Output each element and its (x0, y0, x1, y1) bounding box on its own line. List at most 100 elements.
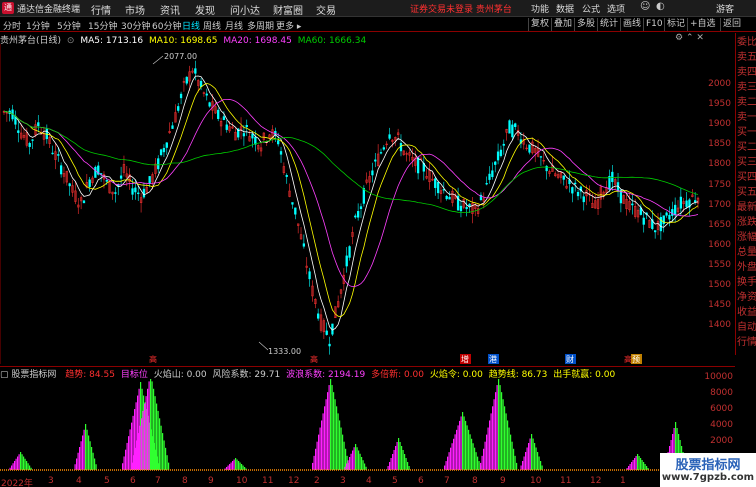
candle-body (68, 183, 71, 187)
indicator-bar (359, 453, 361, 470)
indicator-chart[interactable] (0, 379, 705, 475)
side-panel-item[interactable]: 卖五 (737, 51, 756, 65)
indicator-bar (637, 454, 639, 470)
period-weekly[interactable]: 周线 (203, 19, 221, 32)
menu-data[interactable]: 数据 (556, 2, 574, 15)
period-60min[interactable]: 60分钟 (152, 19, 181, 32)
period-1min[interactable]: 1分钟 (26, 19, 50, 32)
side-panel-item[interactable]: 收益 (737, 306, 756, 320)
settings-icon[interactable]: ⚙ (675, 33, 683, 43)
candle-body (388, 134, 391, 139)
side-panel-item[interactable]: 卖四 (737, 66, 756, 80)
indicator-bar (126, 442, 128, 470)
side-panel-item[interactable]: 最新 (737, 201, 756, 215)
indicator-bar (389, 462, 391, 470)
candlestick-chart[interactable]: 2077.00 1333.00 高 高 增 港 财 高 预 (0, 44, 733, 364)
adjust-button[interactable]: 复权 (528, 18, 551, 31)
side-panel-item[interactable]: 涨幅 (737, 231, 756, 245)
side-panel-item[interactable]: 卖一 (737, 111, 756, 125)
candle-body (17, 130, 20, 133)
candle-body (371, 170, 374, 176)
menu-wealth[interactable]: 财富圈 (273, 2, 303, 17)
menu-formula[interactable]: 公式 (582, 2, 600, 15)
period-5min[interactable]: 5分钟 (57, 19, 81, 32)
indicator-bar (356, 447, 358, 470)
indicator-bar (145, 396, 147, 470)
period-multi[interactable]: 多周期 (247, 19, 274, 32)
indicator-bar (154, 396, 156, 470)
period-30min[interactable]: 30分钟 (121, 19, 150, 32)
candle-body (416, 157, 420, 174)
candle-body (325, 330, 328, 335)
indicator-bar (148, 381, 150, 470)
menu-discover[interactable]: 发现 (195, 2, 215, 17)
event-marker: 高 (624, 354, 632, 364)
side-panel-item[interactable]: 自动 (737, 321, 756, 335)
indicator-bar (153, 388, 155, 470)
side-panel-item[interactable]: 涨跌 (737, 216, 756, 230)
side-panel-item[interactable]: 总量 (737, 246, 756, 260)
price-tick: 1850 (708, 139, 731, 150)
price-tick: 1750 (708, 179, 731, 190)
period-more[interactable]: 更多 ▸ (276, 19, 301, 32)
candle-body (179, 93, 183, 99)
menu-exchange[interactable]: 市场 (125, 2, 145, 17)
menu-market[interactable]: 行情 (91, 2, 111, 17)
candle-body (571, 187, 574, 194)
close-icon[interactable]: ✕ (696, 33, 704, 43)
indicator-bar (471, 438, 473, 470)
menu-function[interactable]: 功能 (531, 2, 549, 15)
indicator-bar (492, 406, 494, 470)
side-panel-item[interactable]: 买四 (737, 171, 756, 185)
side-panel-item[interactable]: 买三 (737, 156, 756, 170)
period-monthly[interactable]: 月线 (225, 19, 243, 32)
candle-body (114, 192, 117, 194)
indicator-bar (361, 457, 363, 470)
menu-news[interactable]: 资讯 (160, 2, 180, 17)
menu-trade[interactable]: 交易 (316, 2, 336, 17)
side-panel-item[interactable]: 换手 (737, 276, 756, 290)
overlay-button[interactable]: 叠加 (551, 18, 574, 31)
period-daily[interactable]: 日线 (182, 19, 200, 32)
side-panel-item[interactable]: 买二 (737, 141, 756, 155)
user-icon[interactable]: ☺ (640, 1, 650, 12)
ma10-line (3, 82, 699, 318)
collapse-up-icon[interactable]: ⌃ (686, 33, 694, 43)
side-panel-item[interactable]: 净资 (737, 291, 756, 305)
indicator-bar (445, 461, 447, 470)
side-panel-item[interactable]: 买一 (737, 126, 756, 140)
guest-label[interactable]: 游客 (716, 2, 734, 15)
indicator-bar (334, 399, 336, 470)
month-tick: 12 (288, 476, 300, 486)
f10-button[interactable]: F10 (643, 18, 665, 31)
back-button[interactable]: 返回 (720, 18, 743, 31)
side-panel-item[interactable]: 卖二 (737, 96, 756, 110)
candle-body (245, 125, 248, 128)
candle-body (379, 152, 383, 154)
side-panel-item[interactable]: 买五 (737, 186, 756, 200)
multi-stock-button[interactable]: 多股 (574, 18, 597, 31)
period-intraday[interactable]: 分时 (3, 19, 21, 32)
side-panel-item[interactable]: 行情 (737, 336, 756, 350)
menu-ask[interactable]: 问小达 (230, 2, 260, 17)
login-status[interactable]: 证券交易未登录 贵州茅台 (410, 2, 512, 15)
indicator-bar (457, 425, 459, 470)
side-panel-item[interactable]: 卖三 (737, 81, 756, 95)
candle-body (242, 133, 246, 137)
mark-button[interactable]: 标记 (664, 18, 687, 31)
candle-body (679, 196, 683, 209)
indicator-bar (632, 460, 634, 470)
candle-body (491, 170, 494, 178)
candle-body (119, 175, 123, 179)
menu-options[interactable]: 选项 (607, 2, 625, 15)
indicator-bar (460, 416, 462, 470)
draw-line-button[interactable]: 画线 (620, 18, 643, 31)
side-panel-item[interactable]: 委比 (737, 36, 756, 50)
add-watchlist-button[interactable]: +自选 (687, 18, 718, 31)
period-15min[interactable]: 15分钟 (88, 19, 117, 32)
indicator-bar (490, 413, 492, 470)
skin-icon[interactable]: ◐ (656, 1, 665, 12)
candle-body (105, 179, 108, 182)
side-panel-item[interactable]: 外盘 (737, 261, 756, 275)
stats-button[interactable]: 统计 (597, 18, 620, 31)
